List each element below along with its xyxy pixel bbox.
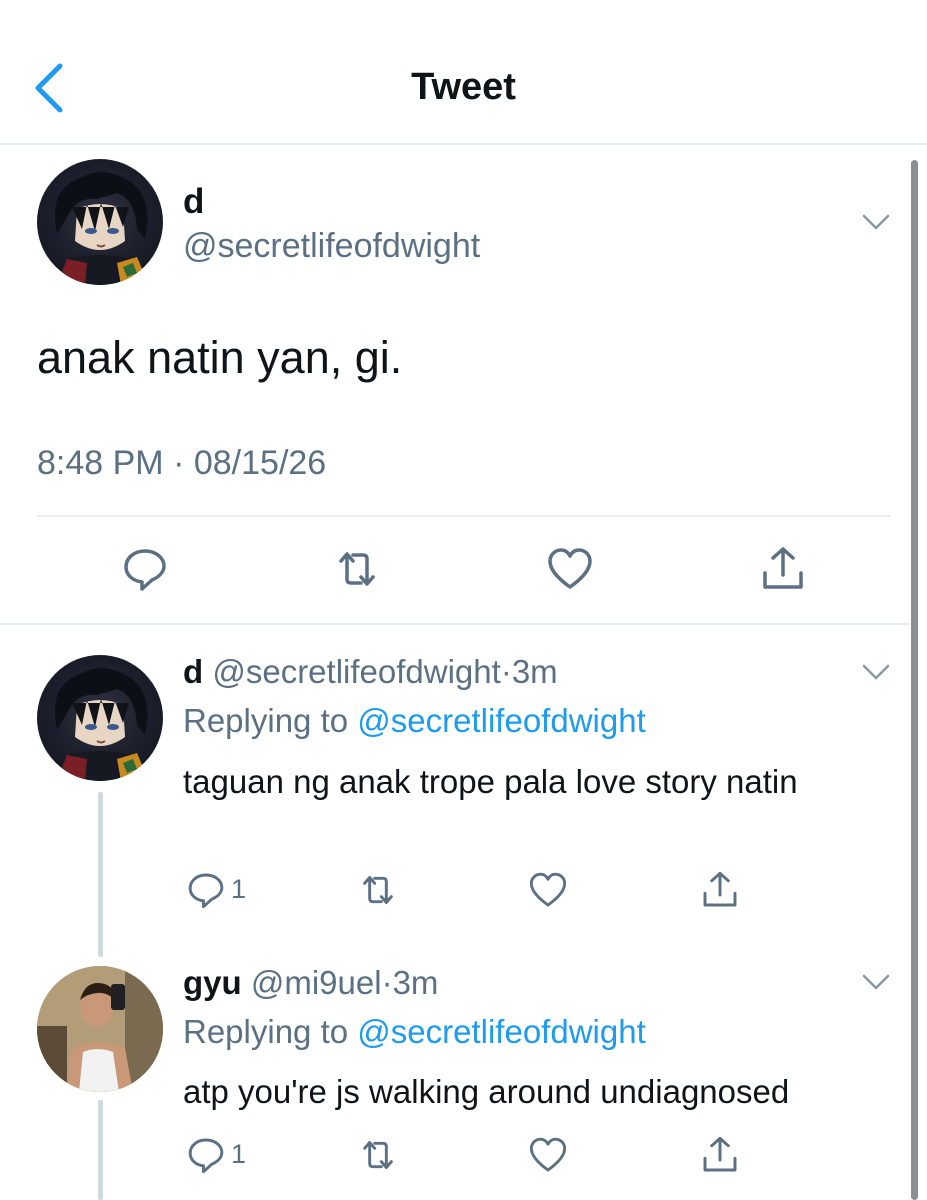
heart-icon xyxy=(548,548,592,589)
author-handle[interactable]: @secretlifeofdwight xyxy=(183,227,480,266)
tweet-date: 08/15/26 xyxy=(193,444,327,482)
anime-portrait-image xyxy=(54,668,149,781)
avatar[interactable] xyxy=(37,966,163,1092)
retweet-icon xyxy=(363,876,393,904)
chevron-down-icon xyxy=(862,664,890,680)
heart-icon xyxy=(529,872,567,907)
replying-to: Replying to @secretlifeofdwight xyxy=(183,702,646,740)
heart-icon xyxy=(529,1137,567,1172)
share-button[interactable] xyxy=(700,1135,740,1175)
reply-author-name[interactable]: gyu xyxy=(183,964,242,1001)
retweet-icon xyxy=(339,552,375,586)
replying-to: Replying to @secretlifeofdwight xyxy=(183,1013,646,1051)
share-icon xyxy=(703,1136,737,1172)
retweet-button[interactable] xyxy=(358,870,398,910)
selfie-photo-image xyxy=(37,966,163,1092)
speech-bubble-icon xyxy=(188,1138,224,1174)
replying-to-link[interactable]: @secretlifeofdwight xyxy=(357,1013,645,1050)
scrollbar[interactable] xyxy=(911,160,918,1200)
tweet-timestamp: 8:48 PM · 08/15/26 xyxy=(37,444,326,483)
reply-button[interactable] xyxy=(186,870,226,910)
share-icon xyxy=(703,871,737,907)
meta-separator: · xyxy=(381,964,393,1001)
reply-header: gyu @mi9uel·3m xyxy=(183,964,438,1002)
top-bar: Tweet xyxy=(0,0,927,145)
divider xyxy=(37,515,890,517)
replying-to-label: Replying to xyxy=(183,1013,349,1050)
more-options-button[interactable] xyxy=(860,966,892,998)
meta-separator: · xyxy=(500,653,512,690)
reply-author-handle[interactable]: @secretlifeofdwight xyxy=(212,653,500,690)
reply-author-handle[interactable]: @mi9uel xyxy=(251,964,382,1001)
speech-bubble-icon xyxy=(124,549,166,591)
retweet-button[interactable] xyxy=(358,1135,398,1175)
author-name[interactable]: d xyxy=(183,182,204,222)
divider xyxy=(0,623,910,625)
reply-text: taguan ng anak trope pala love story nat… xyxy=(183,763,798,800)
chevron-down-icon xyxy=(862,974,890,990)
reply-time: 3m xyxy=(511,653,558,690)
share-button[interactable] xyxy=(759,545,807,593)
reply-text: atp you're js walking around undiagnosed xyxy=(183,1073,790,1110)
tweet-time: 8:48 PM xyxy=(37,444,164,482)
avatar[interactable] xyxy=(37,655,163,781)
share-icon xyxy=(763,547,803,589)
meta-separator: · xyxy=(173,444,185,482)
like-button[interactable] xyxy=(528,1135,568,1175)
more-options-button[interactable] xyxy=(860,656,892,688)
speech-bubble-icon xyxy=(188,873,224,909)
reply-author-name[interactable]: d xyxy=(183,653,203,690)
retweet-icon xyxy=(363,1141,393,1169)
like-button[interactable] xyxy=(546,545,594,593)
page-title: Tweet xyxy=(411,66,516,108)
anime-portrait-image xyxy=(54,172,149,285)
reply-count: 1 xyxy=(231,1139,247,1169)
avatar[interactable] xyxy=(37,159,163,285)
reply-button[interactable] xyxy=(186,1135,226,1175)
replying-to-label: Replying to xyxy=(183,702,349,739)
retweet-button[interactable] xyxy=(333,545,381,593)
like-button[interactable] xyxy=(528,870,568,910)
thread-line xyxy=(98,1100,103,1200)
more-options-button[interactable] xyxy=(860,206,892,238)
chevron-down-icon xyxy=(862,214,890,230)
reply-header: d @secretlifeofdwight·3m xyxy=(183,653,558,691)
replying-to-link[interactable]: @secretlifeofdwight xyxy=(357,702,645,739)
tweet-text: anak natin yan, gi. xyxy=(37,332,403,383)
thread-line xyxy=(98,792,103,957)
reply-count: 1 xyxy=(231,874,247,904)
share-button[interactable] xyxy=(700,870,740,910)
reply-time: 3m xyxy=(392,964,439,1001)
reply-button[interactable] xyxy=(121,545,169,593)
